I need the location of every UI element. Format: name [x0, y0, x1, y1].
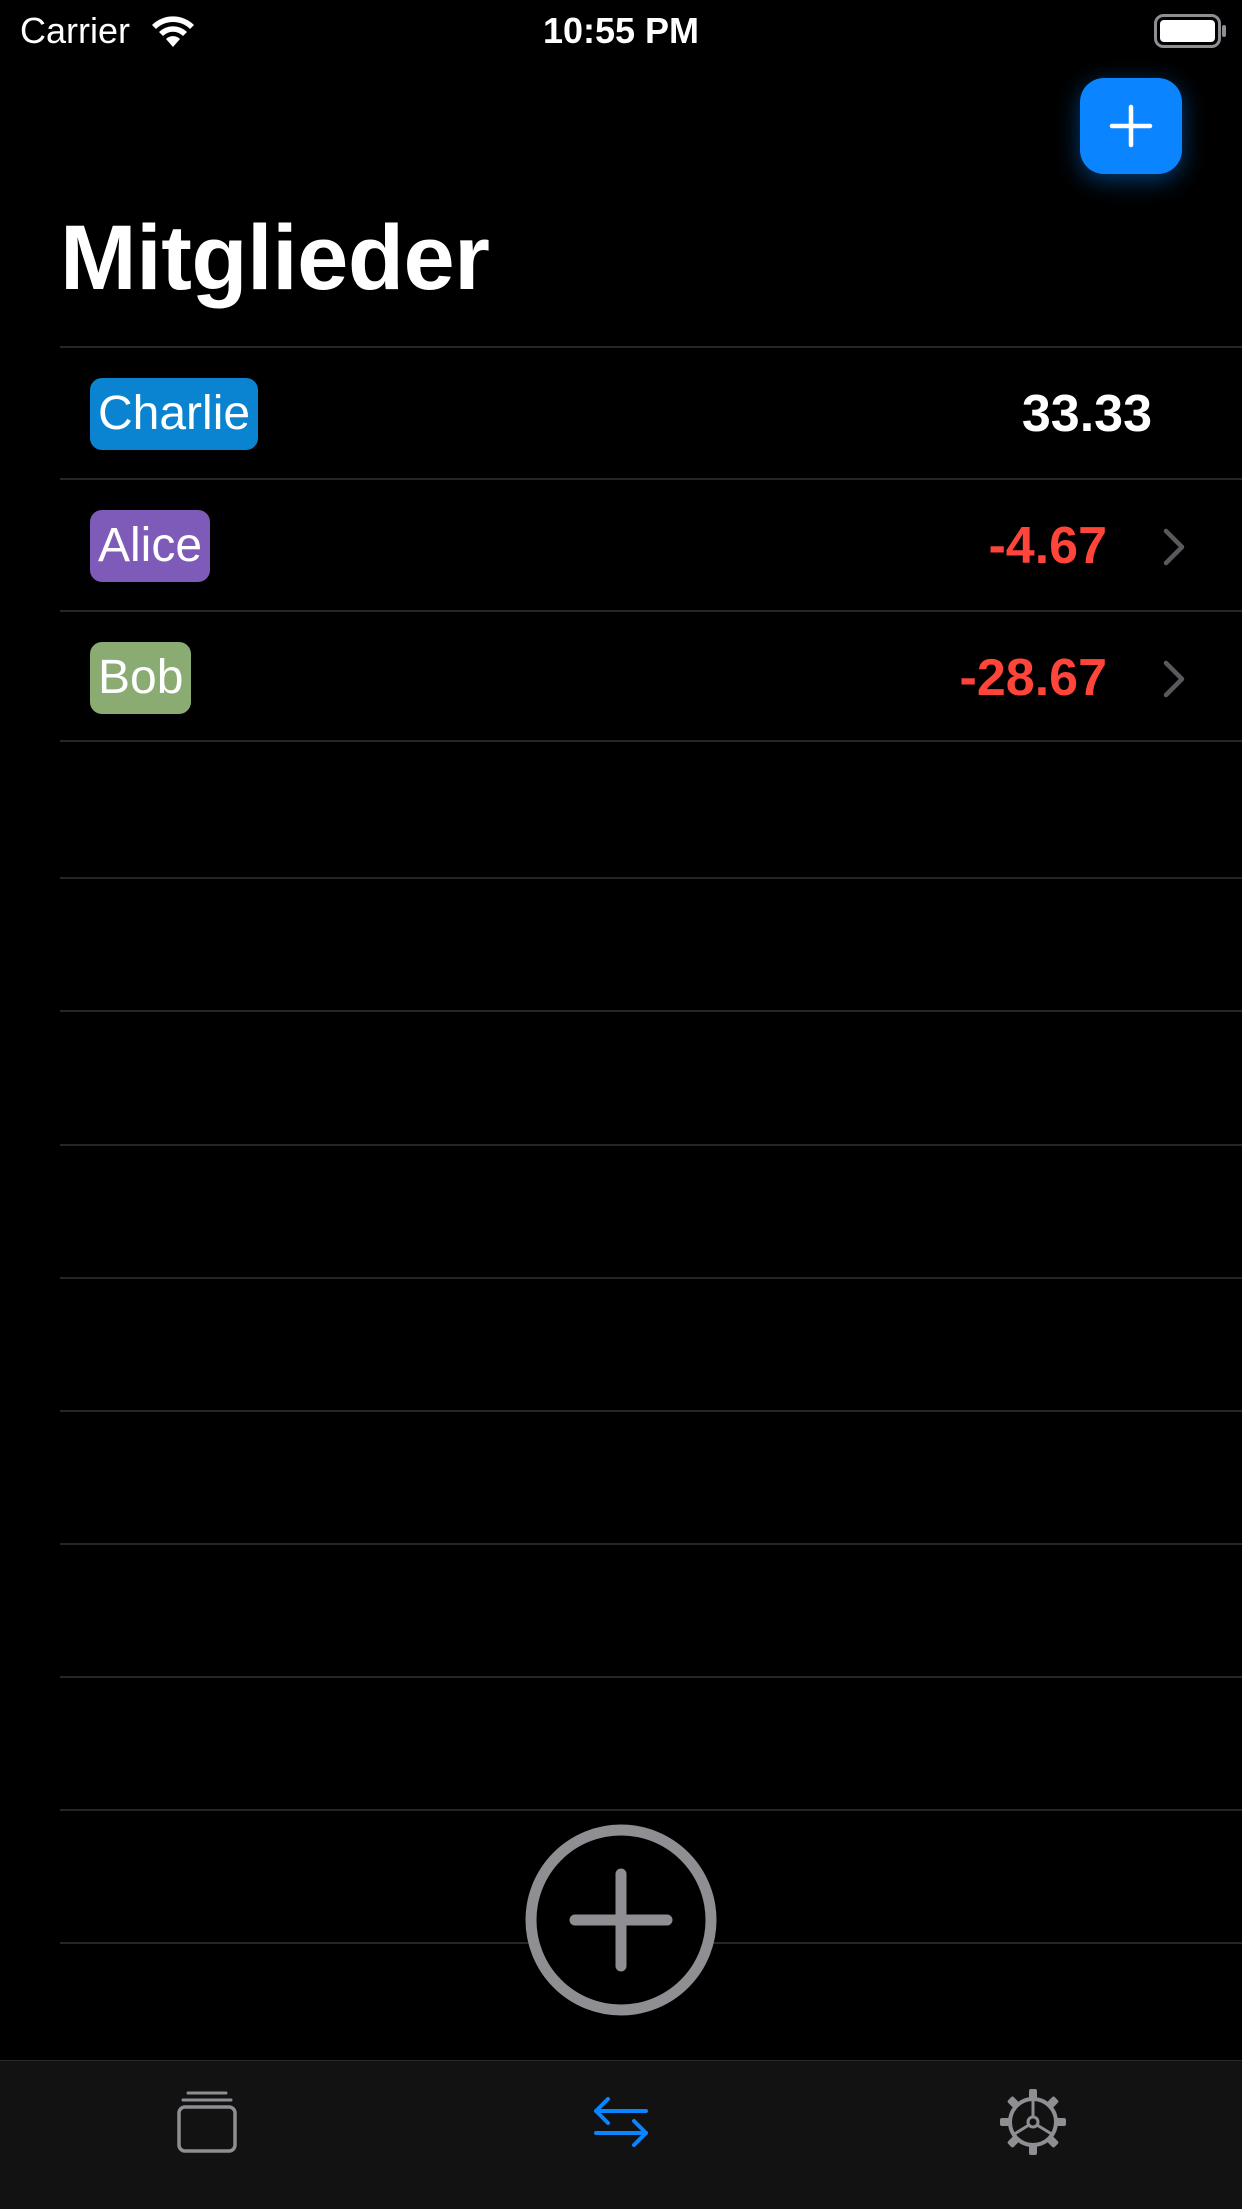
member-balance: -4.67: [988, 517, 1107, 575]
separator-line: [60, 1010, 1242, 1012]
member-row-bob[interactable]: Bob -28.67: [60, 610, 1242, 742]
separator-line: [60, 1410, 1242, 1412]
page-title: Mitglieder: [60, 207, 490, 309]
separator-line: [60, 1809, 1242, 1811]
tab-bar: [0, 2060, 1242, 2209]
status-bar: Carrier 10:55 PM: [0, 0, 1242, 60]
member-balance: 33.33: [1021, 385, 1152, 443]
separator-line: [60, 1543, 1242, 1545]
add-member-button[interactable]: [1080, 78, 1182, 174]
plus-icon: [1109, 104, 1153, 148]
member-name-chip: Charlie: [90, 378, 259, 450]
separator-line: [60, 1676, 1242, 1678]
gear-icon[interactable]: [998, 2087, 1068, 2157]
circle-plus-icon[interactable]: [525, 1824, 717, 2016]
separator-line: [60, 1144, 1242, 1146]
member-name-chip: Alice: [90, 510, 211, 582]
member-name-chip: Bob: [90, 642, 192, 714]
member-row-alice[interactable]: Alice -4.67: [60, 478, 1242, 610]
card-stack-icon[interactable]: [172, 2087, 242, 2157]
member-row-charlie[interactable]: Charlie 33.33: [60, 346, 1242, 478]
members-list: Charlie 33.33 Alice -4.67 Bob -28.67: [60, 346, 1242, 742]
separator-line: [60, 1277, 1242, 1279]
member-balance: -28.67: [959, 649, 1107, 707]
battery-icon: [1154, 14, 1226, 48]
transfer-arrows-icon[interactable]: [586, 2087, 656, 2157]
status-time: 10:55 PM: [542, 10, 700, 51]
chevron-right-icon: [1163, 528, 1185, 566]
chevron-right-icon: [1163, 660, 1185, 698]
separator-line: [60, 877, 1242, 879]
